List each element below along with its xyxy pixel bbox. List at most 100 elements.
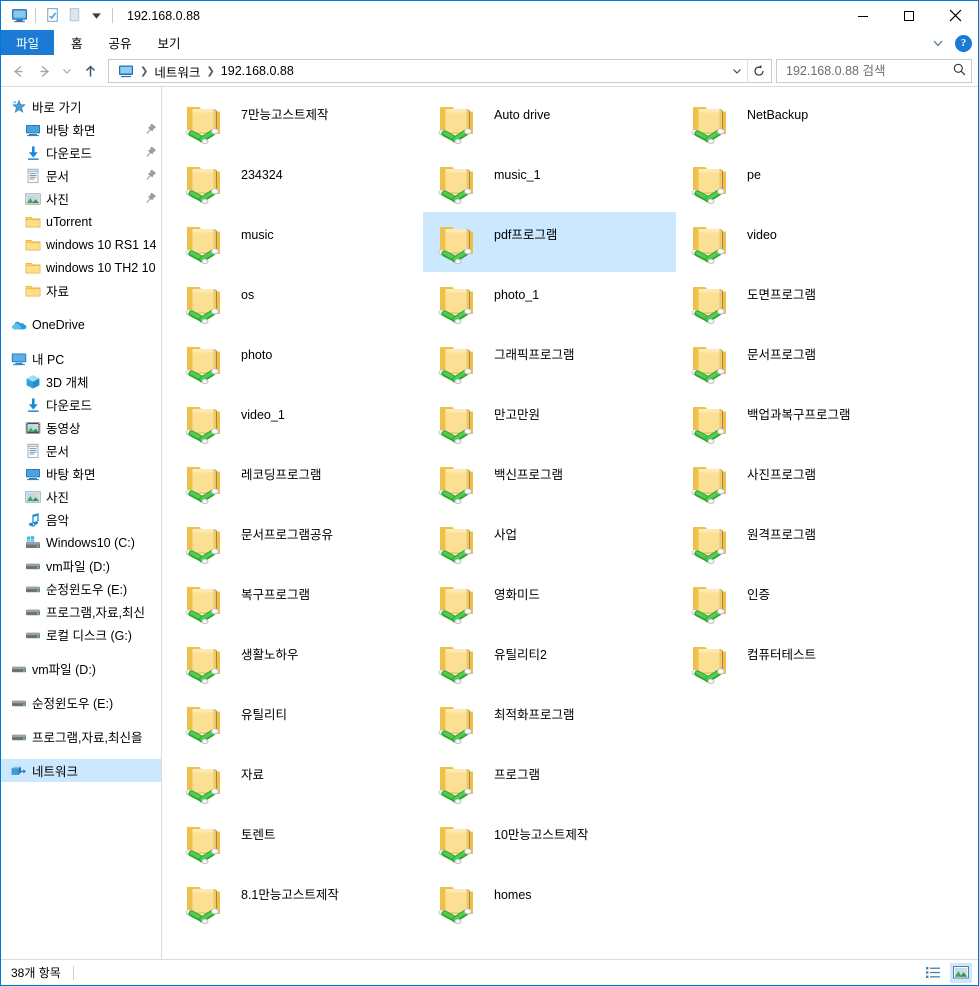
breadcrumb-host[interactable]: 192.168.0.88: [217, 62, 298, 80]
file-item[interactable]: 백업과복구프로그램: [676, 392, 929, 452]
file-item[interactable]: 사진프로그램: [676, 452, 929, 512]
minimize-button[interactable]: [840, 1, 886, 30]
network-shared-folder-icon: [180, 98, 228, 146]
address-bar[interactable]: ❯ 네트워크 ❯ 192.168.0.88: [108, 59, 772, 83]
file-item[interactable]: 문서프로그램: [676, 332, 929, 392]
sidebar-item-22[interactable]: 순정윈도우 (E:): [1, 577, 161, 600]
address-dropdown-icon[interactable]: [727, 60, 747, 82]
file-item[interactable]: Auto drive: [423, 92, 676, 152]
file-item[interactable]: 유틸리티: [170, 692, 423, 752]
close-button[interactable]: [932, 1, 978, 30]
sidebar-item-0[interactable]: 바로 가기: [1, 95, 161, 118]
help-icon[interactable]: ?: [955, 34, 972, 52]
file-item[interactable]: 유틸리티2: [423, 632, 676, 692]
file-item[interactable]: 프로그램: [423, 752, 676, 812]
file-item[interactable]: 도면프로그램: [676, 272, 929, 332]
sidebar-item-30[interactable]: 프로그램,자료,최신을: [1, 725, 161, 748]
sidebar-item-19[interactable]: 음악: [1, 508, 161, 531]
file-item[interactable]: 원격프로그램: [676, 512, 929, 572]
file-item[interactable]: 토렌트: [170, 812, 423, 872]
sidebar-item-28[interactable]: 순정윈도우 (E:): [1, 691, 161, 714]
sidebar-item-8[interactable]: 자료: [1, 279, 161, 302]
pin-icon[interactable]: [143, 169, 157, 183]
sidebar-item-17[interactable]: 바탕 화면: [1, 462, 161, 485]
up-button[interactable]: [77, 58, 103, 84]
search-input[interactable]: [784, 63, 952, 79]
sidebar-item-15[interactable]: 동영상: [1, 416, 161, 439]
file-item[interactable]: pe: [676, 152, 929, 212]
file-item[interactable]: 자료: [170, 752, 423, 812]
sidebar-item-13[interactable]: 3D 개체: [1, 370, 161, 393]
tab-view[interactable]: 보기: [145, 30, 194, 55]
file-item[interactable]: 컴퓨터테스트: [676, 632, 929, 692]
search-icon[interactable]: [952, 62, 967, 80]
file-item[interactable]: 10만능고스트제작: [423, 812, 676, 872]
sidebar-item-4[interactable]: 사진: [1, 187, 161, 210]
breadcrumb-root-icon[interactable]: [114, 61, 138, 81]
tab-home[interactable]: 홈: [58, 30, 96, 55]
file-item[interactable]: homes: [423, 872, 676, 932]
back-button[interactable]: [5, 58, 31, 84]
new-folder-icon[interactable]: [63, 5, 85, 27]
file-item[interactable]: music: [170, 212, 423, 272]
file-item[interactable]: 레코딩프로그램: [170, 452, 423, 512]
sidebar-item-18[interactable]: 사진: [1, 485, 161, 508]
file-item[interactable]: 그래픽프로그램: [423, 332, 676, 392]
search-box[interactable]: [776, 59, 972, 83]
customize-dropdown-icon[interactable]: [85, 5, 107, 27]
sidebar-item-7[interactable]: windows 10 TH2 10: [1, 256, 161, 279]
sidebar-item-5[interactable]: uTorrent: [1, 210, 161, 233]
sidebar-item-6[interactable]: windows 10 RS1 14: [1, 233, 161, 256]
large-icons-view-button[interactable]: [950, 962, 972, 983]
file-item[interactable]: 8.1만능고스트제작: [170, 872, 423, 932]
properties-icon[interactable]: [41, 5, 63, 27]
sidebar-item-label: windows 10 RS1 14: [46, 237, 157, 252]
sidebar-item-1[interactable]: 바탕 화면: [1, 118, 161, 141]
file-item[interactable]: pdf프로그램: [423, 212, 676, 272]
sidebar-item-3[interactable]: 문서: [1, 164, 161, 187]
file-item[interactable]: 복구프로그램: [170, 572, 423, 632]
file-item[interactable]: 234324: [170, 152, 423, 212]
sidebar-item-21[interactable]: vm파일 (D:): [1, 554, 161, 577]
file-item[interactable]: os: [170, 272, 423, 332]
file-item[interactable]: 생활노하우: [170, 632, 423, 692]
tab-share[interactable]: 공유: [96, 30, 145, 55]
sidebar-item-32[interactable]: 네트워크: [1, 759, 161, 782]
forward-button[interactable]: [31, 58, 57, 84]
file-item[interactable]: 문서프로그램공유: [170, 512, 423, 572]
file-item[interactable]: video: [676, 212, 929, 272]
file-item[interactable]: 사업: [423, 512, 676, 572]
sidebar-item-14[interactable]: 다운로드: [1, 393, 161, 416]
pin-icon[interactable]: [143, 192, 157, 206]
pin-icon[interactable]: [143, 123, 157, 137]
file-item[interactable]: music_1: [423, 152, 676, 212]
file-item[interactable]: 7만능고스트제작: [170, 92, 423, 152]
sidebar-item-24[interactable]: 로컬 디스크 (G:): [1, 623, 161, 646]
file-item[interactable]: 인증: [676, 572, 929, 632]
sidebar-item-16[interactable]: 문서: [1, 439, 161, 462]
maximize-button[interactable]: [886, 1, 932, 30]
sidebar-item-2[interactable]: 다운로드: [1, 141, 161, 164]
sidebar-item-20[interactable]: Windows10 (C:): [1, 531, 161, 554]
details-view-button[interactable]: [922, 963, 944, 983]
chevron-down-icon[interactable]: [930, 35, 946, 51]
file-item[interactable]: 만고만원: [423, 392, 676, 452]
file-item[interactable]: 영화미드: [423, 572, 676, 632]
refresh-icon[interactable]: [747, 60, 769, 82]
sidebar-item-26[interactable]: vm파일 (D:): [1, 657, 161, 680]
file-item[interactable]: 백신프로그램: [423, 452, 676, 512]
file-item[interactable]: photo: [170, 332, 423, 392]
tab-file[interactable]: 파일: [1, 30, 55, 55]
recent-locations-button[interactable]: [57, 58, 77, 84]
file-item[interactable]: NetBackup: [676, 92, 929, 152]
file-item[interactable]: photo_1: [423, 272, 676, 332]
sidebar-item-23[interactable]: 프로그램,자료,최신: [1, 600, 161, 623]
file-list-pane[interactable]: 7만능고스트제작 234324 music os photo video_1 레코딩프로그램…: [162, 87, 978, 959]
computer-icon[interactable]: [8, 5, 30, 27]
file-item[interactable]: video_1: [170, 392, 423, 452]
sidebar-item-12[interactable]: 내 PC: [1, 347, 161, 370]
file-item[interactable]: 최적화프로그램: [423, 692, 676, 752]
pin-icon[interactable]: [143, 146, 157, 160]
sidebar-item-10[interactable]: OneDrive: [1, 313, 161, 336]
breadcrumb-network[interactable]: 네트워크: [150, 60, 204, 83]
